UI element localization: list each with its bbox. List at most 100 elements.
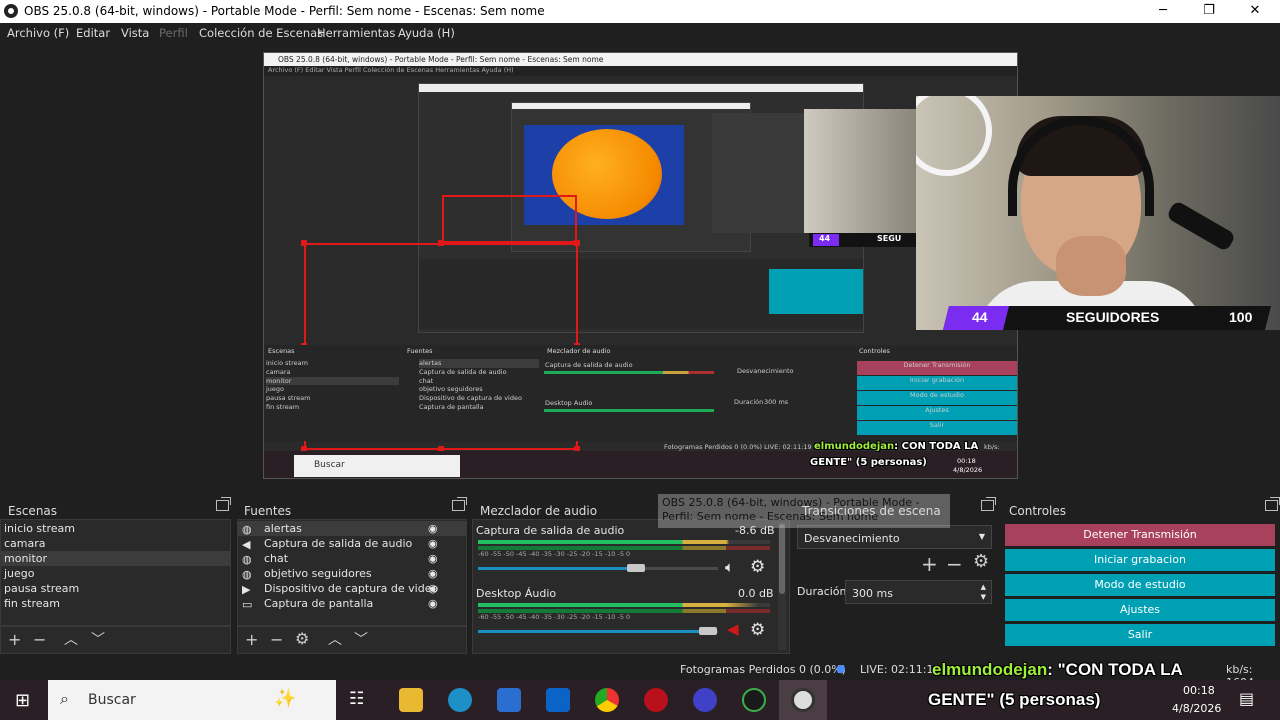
clock-date[interactable]: 4/8/2026: [1172, 702, 1221, 715]
menu-coleccion-escenas[interactable]: Colección de Escenas: [199, 26, 323, 40]
mixer-channel-2-volume-slider[interactable]: [699, 627, 717, 635]
file-explorer-icon[interactable]: [399, 688, 423, 712]
source-label: alertas: [264, 522, 302, 535]
obs-taskbar-active[interactable]: [779, 680, 827, 720]
menu-archivo[interactable]: Archivo (F): [7, 26, 69, 40]
sparkle-icon: ✨: [274, 688, 297, 709]
nested-source-item: alertas: [419, 359, 539, 368]
source-item[interactable]: ▭ Captura de pantalla ◉: [238, 596, 466, 611]
close-button[interactable]: ✕: [1232, 0, 1278, 23]
mixer-scrollbar[interactable]: [778, 522, 786, 650]
app-red-icon[interactable]: [644, 688, 668, 712]
move-scene-down-button[interactable]: ﹀: [91, 633, 105, 647]
add-scene-button[interactable]: +: [8, 632, 21, 648]
source-item[interactable]: ◀ Captura de salida de audio ◉: [238, 536, 466, 551]
speaker-muted-icon[interactable]: ◀: [727, 620, 739, 638]
nested-source-item: Dispositivo de captura de video: [419, 394, 522, 403]
menu-herramientas[interactable]: Herramientas: [317, 26, 395, 40]
store-icon[interactable]: [497, 688, 521, 712]
eye-icon[interactable]: ◉: [428, 566, 438, 581]
menu-editar[interactable]: Editar: [76, 26, 110, 40]
transition-settings-gear-icon[interactable]: ⚙: [973, 553, 989, 571]
move-scene-up-button[interactable]: ︿: [64, 633, 78, 647]
duration-label: Duración: [797, 585, 847, 598]
move-source-up-button[interactable]: ︿: [328, 633, 342, 647]
move-source-down-button[interactable]: ﹀: [354, 633, 368, 647]
menu-bar: Archivo (F) Editar Vista Perfil Colecció…: [0, 23, 1280, 43]
windows-start-icon[interactable]: ⊞: [15, 690, 30, 711]
source-item[interactable]: ▶ Dispositivo de captura de video ◉: [238, 581, 466, 596]
scene-item[interactable]: juego: [1, 566, 230, 581]
eye-icon[interactable]: ◉: [428, 551, 438, 566]
remove-scene-button[interactable]: −: [33, 632, 46, 648]
task-view-icon[interactable]: ☷: [349, 689, 364, 709]
transitions-undock-icon[interactable]: [981, 497, 996, 511]
source-item[interactable]: ◍ chat ◉: [238, 551, 466, 566]
outlook-icon[interactable]: [546, 688, 570, 712]
exit-button[interactable]: Salir: [1005, 624, 1275, 646]
scene-item[interactable]: inicio stream: [1, 521, 230, 536]
scenes-undock-icon[interactable]: [216, 497, 231, 511]
app-blue-icon[interactable]: [693, 688, 717, 712]
chrome-icon[interactable]: [595, 688, 619, 712]
controls-undock-icon[interactable]: [1265, 497, 1280, 511]
nested-scene-item: juego: [266, 385, 285, 394]
resize-handle-tl[interactable]: [301, 240, 307, 246]
chevron-down-icon: ▼: [978, 532, 985, 541]
scene-item-selected[interactable]: monitor: [1, 551, 230, 566]
add-source-button[interactable]: +: [245, 632, 258, 648]
selection-box-chat[interactable]: [442, 195, 577, 243]
nested-chat-line1: elmundodejan: CON TODA LA: [814, 442, 978, 452]
edge-browser-icon[interactable]: [448, 688, 472, 712]
stop-streaming-button[interactable]: Detener Transmisión: [1005, 524, 1275, 546]
source-item[interactable]: ◍ objetivo seguidores ◉: [238, 566, 466, 581]
duration-input[interactable]: 300 ms ▲ ▼: [845, 580, 992, 604]
eye-icon[interactable]: ◉: [428, 581, 438, 596]
mixer-channel-2-ticks: -60 -55 -50 -45 -40 -35 -30 -25 -20 -15 …: [478, 613, 631, 621]
settings-button[interactable]: Ajustes: [1005, 599, 1275, 621]
menu-perfil[interactable]: Perfil: [159, 26, 188, 40]
mixer-channel-1-meter: [478, 540, 770, 544]
eye-icon[interactable]: ◉: [428, 536, 438, 551]
maximize-button[interactable]: ❐: [1186, 0, 1232, 23]
add-transition-button[interactable]: +: [921, 554, 938, 574]
source-label: objetivo seguidores: [264, 567, 372, 580]
remove-transition-button[interactable]: −: [946, 554, 963, 574]
duration-value: 300 ms: [852, 587, 893, 600]
sources-list: ◍ alertas ◉ ◀ Captura de salida de audio…: [237, 519, 467, 626]
start-recording-button[interactable]: Iniciar grabacion: [1005, 549, 1275, 571]
nested-scene-item: camara: [266, 367, 291, 376]
menu-ayuda[interactable]: Ayuda (H): [398, 26, 455, 40]
studio-mode-button[interactable]: Modo de estudio: [1005, 574, 1275, 596]
sources-undock-icon[interactable]: [452, 497, 467, 511]
nested-control-buttons: Detener Transmisión Iniciar grabación Mo…: [857, 361, 1017, 435]
taskbar-search[interactable]: ⌕ Buscar ✨: [48, 680, 336, 720]
speaker-mute-icon[interactable]: 🔈︎: [725, 558, 734, 576]
followers-count: 44: [972, 309, 988, 325]
notification-icon[interactable]: ▤: [1239, 689, 1254, 708]
nested-source-item: Captura de pantalla: [419, 402, 484, 411]
spinner-arrows-icon[interactable]: ▲ ▼: [981, 582, 986, 602]
resize-handle-tm[interactable]: [438, 240, 444, 246]
transition-select[interactable]: Desvanecimiento ▼: [797, 525, 992, 549]
source-item[interactable]: ◍ alertas ◉: [238, 521, 466, 536]
app-green-u-icon[interactable]: [742, 688, 766, 712]
eye-icon[interactable]: ◉: [428, 521, 438, 536]
menu-vista[interactable]: Vista: [121, 26, 149, 40]
eye-icon[interactable]: ◉: [428, 596, 438, 611]
controls-dock-title: Controles: [1009, 504, 1067, 518]
mixer-channel-2-gear-icon[interactable]: ⚙: [750, 620, 765, 640]
resize-handle-tr[interactable]: [574, 240, 580, 246]
mixer-channel-1-gear-icon[interactable]: ⚙: [750, 557, 765, 577]
monitor-icon: ▭: [242, 598, 253, 611]
nested-chat-line2: GENTE" (5 personas): [810, 457, 927, 468]
scene-item[interactable]: pausa stream: [1, 581, 230, 596]
source-settings-gear-icon[interactable]: ⚙: [295, 631, 309, 647]
minimize-button[interactable]: ─: [1140, 0, 1186, 23]
remove-source-button[interactable]: −: [270, 632, 283, 648]
clock-time[interactable]: 00:18: [1183, 684, 1215, 697]
mixer-channel-1-volume-slider[interactable]: [627, 564, 645, 572]
scene-item[interactable]: camara: [1, 536, 230, 551]
mixer-channel-2-slider-fill: [478, 630, 708, 633]
scene-item[interactable]: fin stream: [1, 596, 230, 611]
